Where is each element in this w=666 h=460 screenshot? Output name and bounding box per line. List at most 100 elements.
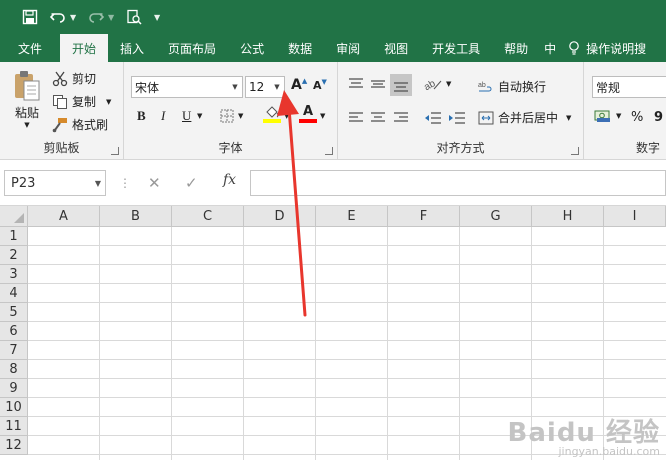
save-icon[interactable] [18,5,42,29]
column-header-g[interactable]: G [460,206,532,227]
tab-page-layout[interactable]: 页面布局 [156,34,228,62]
number-format-box[interactable]: 常规 [592,76,666,98]
italic-button[interactable]: I [161,108,165,124]
formula-input[interactable] [250,170,666,196]
insert-function-button[interactable]: fx [223,172,236,188]
row-header-3[interactable]: 3 [0,265,28,284]
undo-dropdown-icon[interactable]: ▼ [70,13,80,22]
copy-icon [53,94,67,109]
shrink-font-button[interactable]: A ▼ [313,78,327,93]
row-header-5[interactable]: 5 [0,303,28,322]
svg-text:ab: ab [478,82,486,89]
row-header-7[interactable]: 7 [0,341,28,360]
row-header-12[interactable]: 12 [0,436,28,455]
borders-dropdown-icon[interactable]: ▼ [238,112,243,120]
paste-button[interactable]: 粘贴 ▼ [12,70,42,129]
print-preview-icon[interactable] [122,5,146,29]
row-header-6[interactable]: 6 [0,322,28,341]
clipboard-launcher-icon[interactable] [111,147,119,155]
tab-data[interactable]: 数据 [276,34,324,62]
fill-color-swatch [263,119,281,123]
wrap-text-icon: ab [478,82,492,91]
top-align-icon[interactable] [348,78,364,90]
align-left-icon[interactable] [348,112,364,124]
row-header-4[interactable]: 4 [0,284,28,303]
cut-button[interactable]: 剪切 [52,70,96,87]
accounting-format-button[interactable]: ▼ [594,109,621,123]
align-right-icon[interactable] [393,112,409,124]
increase-indent-icon[interactable] [448,111,466,125]
column-header-e[interactable]: E [316,206,388,227]
bold-button[interactable]: B [137,108,146,124]
font-color-dropdown-icon[interactable]: ▼ [320,112,325,120]
row-header-2[interactable]: 2 [0,246,28,265]
orientation-button[interactable]: ab ▼ [424,77,451,91]
decrease-indent-icon[interactable] [424,111,442,125]
tell-me-text: 操作说明搜 [586,41,647,56]
underline-button[interactable]: U [182,108,191,124]
font-size-box[interactable]: 12 ▼ [245,76,285,98]
row-header-10[interactable]: 10 [0,398,28,417]
number-group: 常规 ▼ % 9 数字 [584,62,666,160]
paste-label: 粘贴 [14,106,39,120]
column-header-d[interactable]: D [244,206,316,227]
tab-help[interactable]: 帮助 [492,34,540,62]
tab-file[interactable]: 文件 [0,34,60,62]
column-header-c[interactable]: C [172,206,244,227]
format-painter-button[interactable]: 格式刷 [52,116,108,133]
row-header-11[interactable]: 11 [0,417,28,436]
name-box-dropdown-icon[interactable]: ▼ [95,179,101,188]
copy-button[interactable]: 复制 ▼ [52,93,111,110]
font-color-swatch [299,119,317,123]
font-launcher-icon[interactable] [325,147,333,155]
middle-align-icon[interactable] [370,78,386,90]
cut-label: 剪切 [72,72,97,86]
tab-developer[interactable]: 开发工具 [420,34,492,62]
formula-bar-grip-icon[interactable]: ⋮ [119,174,131,192]
tab-review[interactable]: 审阅 [324,34,372,62]
text-orientation-icon: ab [424,78,442,91]
grow-font-button[interactable]: A ▲ [291,77,307,93]
column-header-b[interactable]: B [100,206,172,227]
column-header-h[interactable]: H [532,206,604,227]
customize-icon[interactable]: ▼ [154,13,164,22]
borders-button[interactable] [220,109,234,123]
column-header-a[interactable]: A [28,206,100,227]
font-size-dropdown-icon[interactable]: ▼ [270,77,284,97]
font-name-dropdown-icon[interactable]: ▼ [228,77,242,97]
name-box[interactable]: P23 ▼ [4,170,106,196]
alignment-launcher-icon[interactable] [571,147,579,155]
currency-icon [594,110,610,122]
fill-color-button[interactable] [263,106,281,123]
align-center-icon[interactable] [370,112,386,124]
confirm-entry-icon[interactable]: ✓ [185,174,198,192]
redo-dropdown-icon[interactable]: ▼ [108,13,118,22]
row-header-9[interactable]: 9 [0,379,28,398]
comma-style-button[interactable]: 9 [654,110,663,125]
tell-me-search[interactable]: 操作说明搜 [560,34,658,62]
wrap-text-label: 自动换行 [498,80,547,94]
column-header-i[interactable]: I [604,206,666,227]
column-header-f[interactable]: F [388,206,460,227]
tab-home[interactable]: 开始 [60,34,109,62]
tab-insert[interactable]: 插入 [108,34,156,62]
wrap-text-button[interactable]: ab 自动换行 [478,78,546,95]
underline-dropdown-icon[interactable]: ▼ [197,112,202,120]
merge-center-button[interactable]: 合并后居中 ▼ [478,109,571,126]
tab-view[interactable]: 视图 [372,34,420,62]
cancel-entry-icon[interactable]: ✕ [148,174,161,192]
tab-formulas[interactable]: 公式 [228,34,276,62]
select-all-button[interactable] [0,206,28,227]
percent-button[interactable]: % [631,110,643,125]
bottom-align-button[interactable] [390,74,412,96]
font-name-box[interactable]: 宋体 ▼ [131,76,243,98]
undo-icon[interactable] [46,5,70,29]
font-name-value: 宋体 [135,80,160,95]
tab-chinese[interactable]: 中 [540,34,560,62]
redo-icon[interactable] [84,5,108,29]
row-header-8[interactable]: 8 [0,360,28,379]
font-color-button[interactable]: A [299,105,317,123]
fill-color-dropdown-icon[interactable]: ▼ [284,112,289,120]
format-painter-label: 格式刷 [72,118,109,132]
row-header-1[interactable]: 1 [0,227,28,246]
